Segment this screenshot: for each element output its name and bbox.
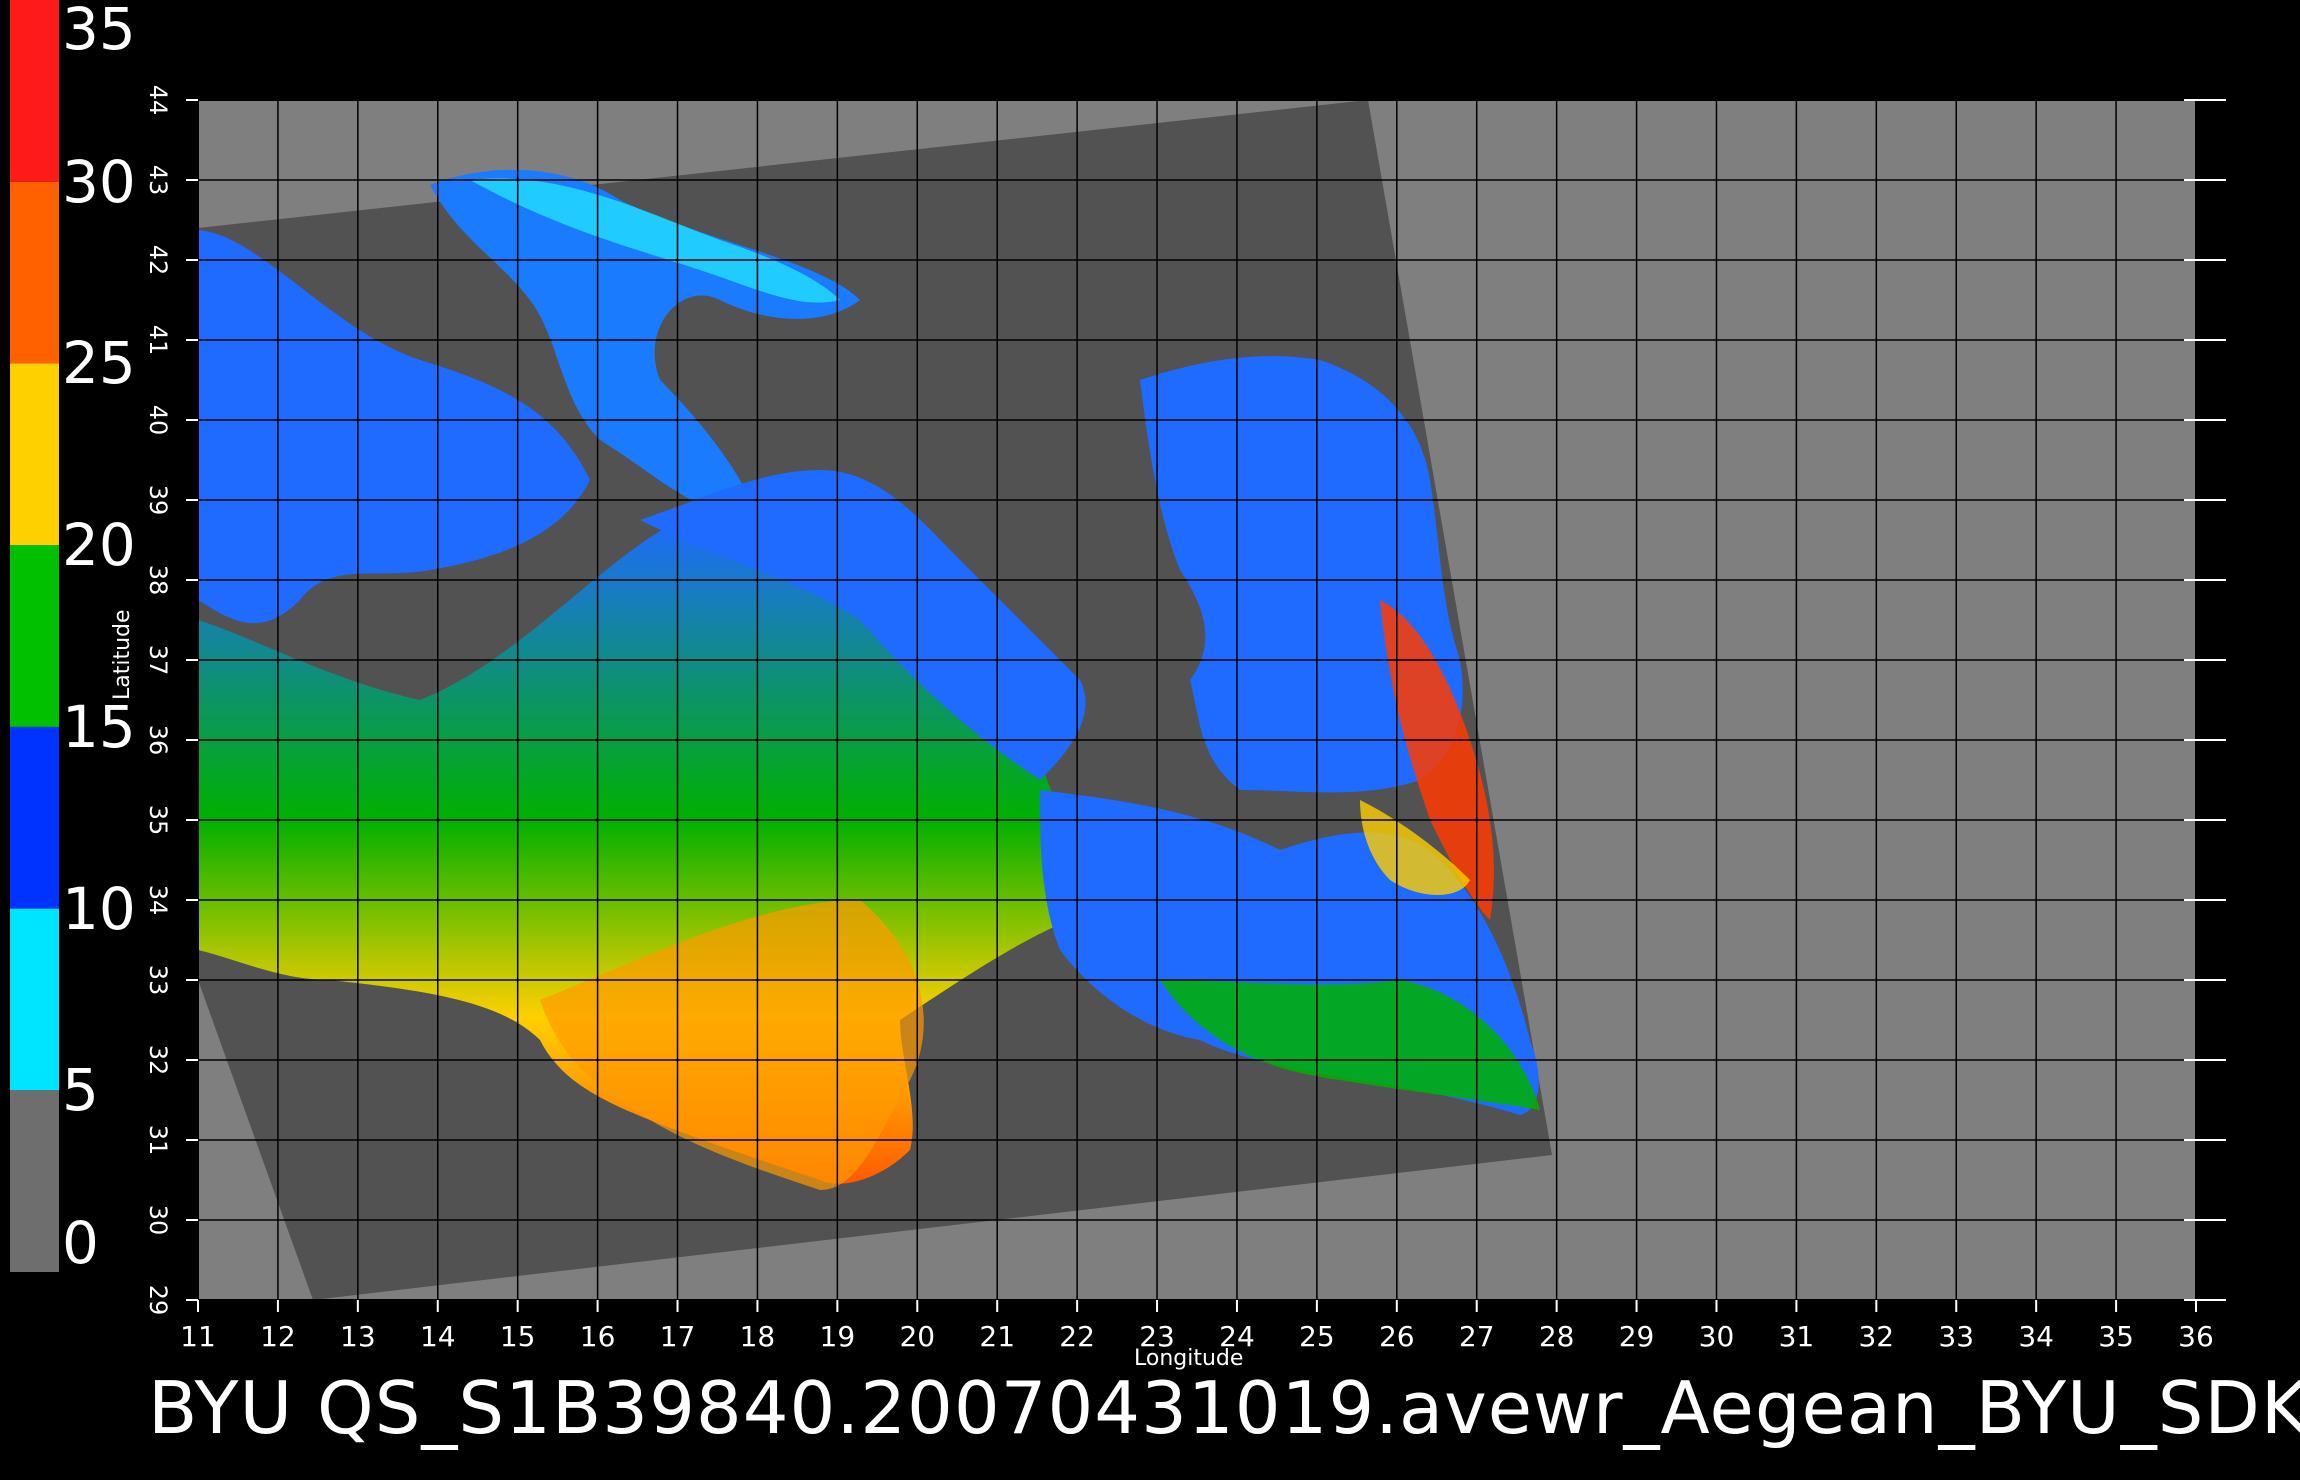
x-tick-label: 17 [660,1320,696,1353]
y-tick-label: 37 [144,645,172,676]
x-tick-label: 16 [580,1320,616,1353]
y-tick-label: 38 [144,565,172,596]
map-plot: 11 12 13 14 15 16 17 18 19 20 21 22 23 24 25 26 27 28 29 30… [144,85,2226,1353]
y-tick-label: 42 [144,245,172,276]
y-tick-label: 41 [144,325,172,356]
y-tick-label: 32 [144,1045,172,1076]
colorbar-segment [10,545,59,727]
colorbar-tick-label: 0 [62,1209,99,1277]
colorbar-segment [10,726,59,909]
y-tick-label: 36 [144,725,172,756]
colorbar-tick-label: 15 [62,692,136,761]
colorbar-tick-label: 25 [62,329,136,398]
y-tick-label: 30 [144,1205,172,1236]
x-tick-label: 29 [1619,1320,1655,1353]
colorbar-tick-label: 30 [62,147,136,216]
x-tick-label: 28 [1539,1320,1575,1353]
y-tick-label: 39 [144,485,172,516]
y-tick-label: 40 [144,405,172,436]
x-tick-label: 35 [2098,1320,2134,1353]
x-tick-label: 36 [2178,1320,2214,1353]
x-tick-label: 21 [979,1320,1015,1353]
x-tick-label: 31 [1779,1320,1815,1353]
colorbar-segment [10,0,59,182]
x-tick-label: 30 [1699,1320,1735,1353]
x-tick-label: 18 [740,1320,776,1353]
colorbar-tick-label: 20 [62,511,136,580]
x-tick-label: 12 [260,1320,296,1353]
x-tick-label: 32 [1858,1320,1894,1353]
y-axis-label: Latitude [110,609,135,700]
colorbar-tick-label: 10 [62,874,136,943]
x-tick-label: 33 [1938,1320,1974,1353]
x-tick-label: 25 [1299,1320,1335,1353]
colorbar-segment [10,908,59,1091]
x-tick-label: 34 [2018,1320,2054,1353]
x-tick-label: 13 [340,1320,376,1353]
x-tick-label: 19 [820,1320,856,1353]
x-tick-label: 11 [180,1320,216,1353]
y-tick-label: 33 [144,965,172,996]
colorbar [10,0,59,1272]
y-tick-label: 29 [144,1285,172,1316]
x-tick-label: 15 [500,1320,536,1353]
x-tick-label: 22 [1059,1320,1095,1353]
x-tick-label: 26 [1379,1320,1415,1353]
y-tick-label: 43 [144,165,172,196]
x-tick-label: 27 [1459,1320,1495,1353]
colorbar-tick-label: 35 [62,0,136,63]
y-tick-label: 34 [144,885,172,916]
y-tick-label: 44 [144,85,172,116]
colorbar-segment [10,1090,59,1272]
y-tick-label: 35 [144,805,172,836]
x-tick-label: 14 [420,1320,456,1353]
colorbar-segment [10,363,59,546]
colorbar-segment [10,181,59,364]
y-tick-label: 31 [144,1125,172,1156]
colorbar-tick-label: 5 [62,1056,99,1125]
x-tick-label: 20 [899,1320,935,1353]
product-title: BYU QS_S1B39840.20070431019.avewr_Aegean… [148,1366,2300,1450]
